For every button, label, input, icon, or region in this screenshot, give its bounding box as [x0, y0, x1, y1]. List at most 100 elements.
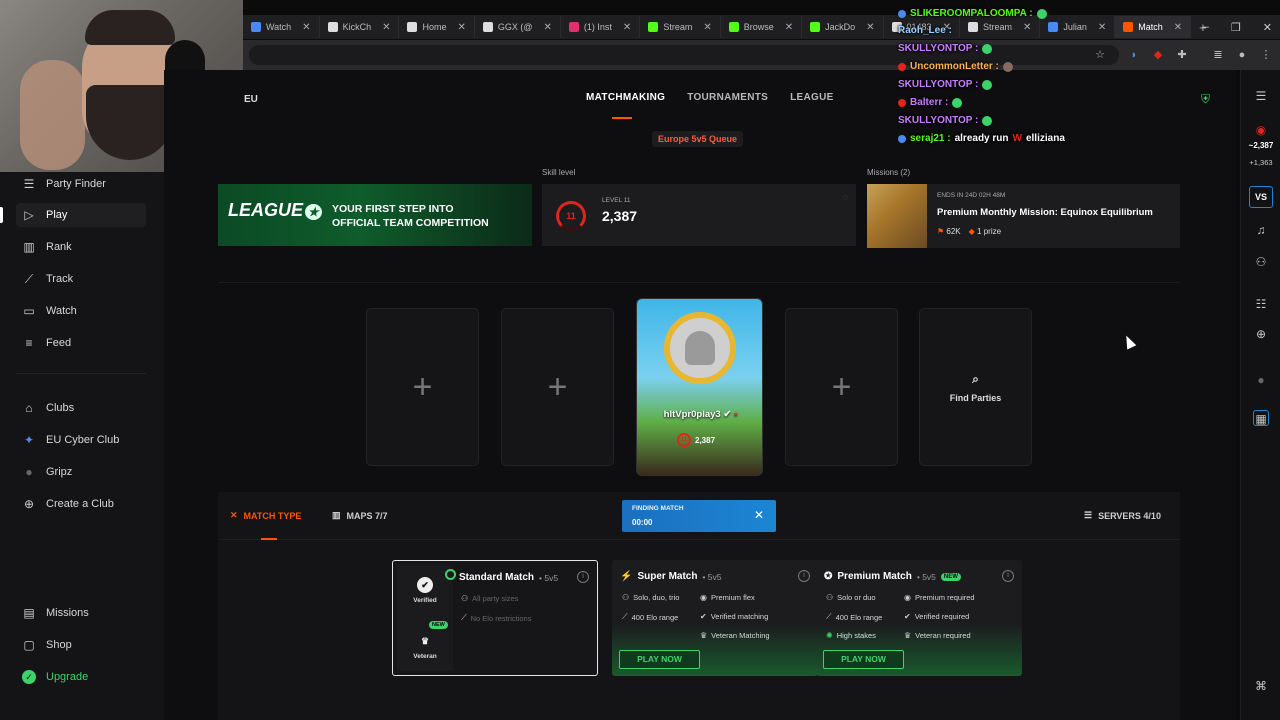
extension-icon[interactable]: ◆: [1151, 48, 1165, 62]
sidebar-item-missions[interactable]: ▤ Missions: [16, 601, 146, 625]
close-tab-icon[interactable]: ✕: [544, 22, 552, 33]
sidebar-item-play[interactable]: ▷ Play: [16, 203, 146, 227]
versus-button[interactable]: VS: [1249, 186, 1273, 208]
browser-tab-active[interactable]: Match ✕: [1115, 16, 1192, 38]
plus-circle-icon[interactable]: ⊕: [1253, 326, 1269, 342]
sidebar-item-create-club[interactable]: ⊕ Create a Club: [16, 492, 146, 516]
cancel-search-button[interactable]: ✕: [754, 508, 764, 522]
close-tab-icon[interactable]: ✕: [1174, 22, 1182, 33]
sidebar-item-upgrade[interactable]: ✓ Upgrade: [16, 665, 146, 689]
profile-icon[interactable]: ●: [1235, 48, 1249, 62]
skill-badge-icon[interactable]: ◉: [1253, 122, 1269, 138]
skill-level-card[interactable]: 11 LEVEL 11 2,387 ◌: [542, 184, 856, 246]
standard-match-card[interactable]: ✔ Verified NEW ♛ Veteran Standard Match • 5…: [392, 560, 598, 676]
party-icon[interactable]: ☷: [1253, 296, 1269, 312]
media-icon[interactable]: ≣: [1211, 48, 1225, 62]
info-icon[interactable]: ◌: [843, 192, 848, 202]
close-tab-icon[interactable]: ✕: [703, 22, 711, 33]
super-match-card[interactable]: ⚡ Super Match • 5v5 i ⚇ Solo, duo, trio ◉ Pr…: [612, 560, 818, 676]
elo-icon: ⟋: [461, 613, 467, 622]
browser-tab[interactable]: Stream ✕: [640, 16, 721, 38]
chat-icon[interactable]: ⌘: [1253, 678, 1269, 694]
browser-tab[interactable]: Julian ✕: [1040, 16, 1116, 38]
user-icon[interactable]: ●: [1253, 372, 1269, 388]
tab-favicon-icon: [1048, 22, 1059, 32]
add-party-slot[interactable]: +: [501, 308, 614, 466]
webcam-hand: [20, 60, 85, 170]
play-now-button[interactable]: PLAY NOW: [619, 650, 700, 669]
info-icon[interactable]: i: [577, 571, 589, 583]
sidebar-item-clubs[interactable]: ⌂ Clubs: [16, 396, 146, 420]
premium-icon: ◉: [904, 593, 911, 602]
party-icon: ☰: [23, 177, 35, 191]
sidebar-item-watch[interactable]: ▭ Watch: [16, 299, 146, 323]
menu-icon[interactable]: ☰: [1253, 88, 1269, 104]
webcam-hair: [85, 10, 175, 45]
sidebar-item-feed[interactable]: ≡ Feed: [16, 331, 146, 355]
close-tab-icon[interactable]: ✕: [866, 22, 874, 33]
player-card[interactable]: hltVpr0play3 ✔ ▪ 11 2,387: [636, 298, 763, 476]
card-feature: ◉ Premium required: [904, 593, 975, 602]
sidebar-item-gripz[interactable]: ● Gripz: [16, 460, 146, 484]
verified-option[interactable]: ✔ Verified: [397, 577, 453, 604]
close-tab-icon[interactable]: ✕: [623, 22, 631, 33]
sidebar-item-rank[interactable]: ▥ Rank: [16, 235, 146, 259]
card-feature: ♛ Veteran required: [904, 631, 971, 640]
friends-icon[interactable]: ⚇: [1253, 254, 1269, 270]
veteran-option[interactable]: ♛ Veteran: [397, 633, 453, 660]
window-controls: – ❐ ✕: [1203, 15, 1272, 39]
browser-tab[interactable]: GGX (@ ✕: [475, 16, 561, 38]
clubs-icon: ⌂: [25, 401, 33, 415]
menu-icon[interactable]: ⋮: [1259, 48, 1273, 62]
sidebar-item-shop[interactable]: ▢ Shop: [16, 633, 146, 657]
premium-match-card[interactable]: ✪ Premium Match • 5v5 NEW i ⚇ Solo or duo ◉ P…: [816, 560, 1022, 676]
sidebar-item-track[interactable]: ⟋ Track: [16, 267, 146, 291]
queue-label[interactable]: Europe 5v5 Queue: [652, 131, 744, 147]
mission-knife-image: [867, 184, 927, 248]
tab-tournaments[interactable]: TOURNAMENTS: [687, 92, 768, 103]
chat-message: seraj21 : already run Welliziana: [898, 133, 1065, 144]
people-icon: ⚇: [461, 594, 469, 603]
chat-badge-icon: [898, 98, 906, 107]
tab-servers[interactable]: ☰ SERVERS 4/10: [1084, 510, 1161, 521]
extensions-puzzle-icon[interactable]: ✚: [1175, 48, 1189, 62]
minimize-button[interactable]: –: [1203, 21, 1209, 33]
tab-matchmaking[interactable]: MATCHMAKING: [586, 92, 665, 103]
close-window-button[interactable]: ✕: [1263, 21, 1272, 34]
bell-icon[interactable]: ♫: [1253, 222, 1269, 238]
sidebar-item-party-finder[interactable]: ☰ Party Finder: [16, 172, 146, 196]
close-tab-icon[interactable]: ✕: [785, 22, 793, 33]
browser-tab[interactable]: (1) Inst ✕: [561, 16, 641, 38]
play-now-button[interactable]: PLAY NOW: [823, 650, 904, 669]
close-tab-icon[interactable]: ✕: [1098, 22, 1106, 33]
shield-icon[interactable]: ⛨: [1201, 92, 1210, 107]
find-parties-button[interactable]: ⌕ Find Parties: [919, 308, 1032, 466]
server-icon: ☰: [1084, 510, 1093, 520]
close-tab-icon[interactable]: ✕: [382, 22, 390, 33]
esea-league-banner[interactable]: LEAGUE ★ YOUR FIRST STEP INTO OFFICIAL TE…: [218, 184, 532, 246]
browser-tab[interactable]: Browse ✕: [721, 16, 803, 38]
close-tab-icon[interactable]: ✕: [302, 22, 310, 33]
extension-icon[interactable]: ◗: [1127, 48, 1141, 62]
close-tab-icon[interactable]: ✕: [1023, 22, 1031, 33]
browser-tab[interactable]: Stream ✕: [960, 16, 1041, 38]
play-icon: ▷: [24, 208, 34, 222]
info-icon[interactable]: i: [1002, 570, 1014, 582]
chip-icon[interactable]: ▦: [1253, 410, 1269, 426]
sidebar-item-eu-cyber-club[interactable]: ✦ EU Cyber Club: [16, 428, 146, 452]
tab-maps[interactable]: ▥ MAPS 7/7: [332, 510, 388, 521]
add-party-slot[interactable]: +: [366, 308, 479, 466]
maximize-button[interactable]: ❐: [1231, 21, 1241, 34]
bookmark-star-icon[interactable]: ☆: [1093, 48, 1107, 62]
info-icon[interactable]: i: [798, 570, 810, 582]
browser-tab[interactable]: KickCh ✕: [320, 16, 400, 38]
browser-tab[interactable]: JackDo ✕: [802, 16, 884, 38]
tab-match-type[interactable]: ✕ MATCH TYPE: [230, 510, 301, 521]
crown-icon: ♛: [420, 636, 430, 646]
add-party-slot[interactable]: +: [785, 308, 898, 466]
tab-league[interactable]: LEAGUE: [790, 92, 833, 103]
close-tab-icon[interactable]: ✕: [457, 22, 465, 33]
browser-tab[interactable]: Watch ✕: [243, 16, 320, 38]
browser-tab[interactable]: Home ✕: [399, 16, 475, 38]
mission-card[interactable]: ENDS IN 24D 02H 48M Premium Monthly Miss…: [867, 184, 1180, 248]
